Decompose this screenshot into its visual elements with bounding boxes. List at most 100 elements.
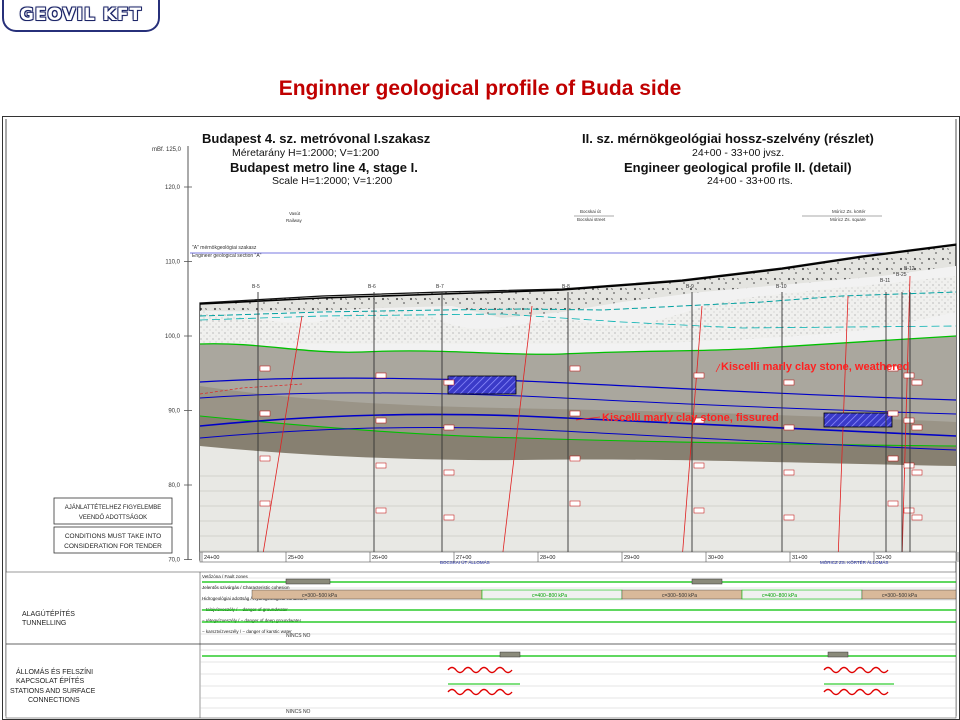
sample-tag <box>911 379 923 386</box>
station-box-moricz <box>823 412 893 428</box>
elevation-unit: mBf. 125,0 <box>152 147 182 153</box>
borehole-label: B-25 <box>896 272 907 278</box>
station-label: 31+00 <box>792 555 807 561</box>
elevation-tick-label: 120,0 <box>165 185 181 191</box>
borehole-label: B-10 <box>776 284 787 290</box>
warning-en-2: CONSIDERATION FOR TENDER <box>64 543 162 550</box>
sample-tag <box>911 514 923 521</box>
borehole-label: B-11 <box>880 278 890 284</box>
section-note-en: Engineer geological section "A" <box>192 253 262 259</box>
elevation-tick-label: 100,0 <box>165 334 181 340</box>
borehole-label: B-8 <box>562 284 570 290</box>
sample-tag <box>375 417 387 424</box>
header-left-line2: Méretarány H=1:2000; V=1:200 <box>232 147 379 159</box>
tunnelling-en: TUNNELLING <box>22 620 66 627</box>
station-label: 25+00 <box>288 555 303 561</box>
borehole-label: B-9 <box>686 284 694 290</box>
sample-tag <box>911 424 923 431</box>
sample-tag <box>903 417 915 424</box>
sample-tag <box>903 507 915 514</box>
no-value-1: NINCS NO <box>286 633 311 639</box>
sample-tag <box>903 372 915 379</box>
slide-title: Enginner geological profile of Buda side <box>278 77 682 100</box>
street-moricz-en: Móricz Zs. square <box>830 217 866 222</box>
station-label: 24+00 <box>204 555 219 561</box>
borehole-label: B-6 <box>368 284 376 290</box>
sample-tag <box>443 424 455 431</box>
borehole-label: B-5 <box>252 284 260 290</box>
borehole-label: B-12 <box>904 266 915 272</box>
sample-tag <box>569 500 581 507</box>
sample-tag <box>259 455 271 462</box>
header-right-line4: 24+00 - 33+00 rts. <box>707 175 793 187</box>
sample-tag <box>259 500 271 507</box>
station-label-bocskai: BOCSKAI ÚT ÁLLOMÁS <box>440 559 490 565</box>
station-label: 29+00 <box>624 555 639 561</box>
header-right-line1: II. sz. mérnökgeológiai hossz-szelvény (… <box>582 131 874 146</box>
sample-tag <box>693 372 705 379</box>
sample-tag <box>375 507 387 514</box>
cohesion-4: c=400−800 kPa <box>762 593 797 599</box>
station-label: 26+00 <box>372 555 387 561</box>
elevation-tick-label: 110,0 <box>165 260 180 266</box>
sample-tag <box>783 514 795 521</box>
cohesion-2: c=400−800 kPa <box>532 593 567 599</box>
callout-weathered-group: Kiscelli marly clay stone, weathered <box>715 361 909 373</box>
sample-tag <box>569 365 581 372</box>
warning-hu-1: AJÁNLATTÉTELHEZ FIGYELEMBE <box>65 504 162 511</box>
sample-tag <box>783 469 795 476</box>
sample-tag <box>693 507 705 514</box>
street-moricz-hu: Móricz Zs. körtér <box>832 209 866 214</box>
sample-tag <box>375 372 387 379</box>
sample-tag <box>375 462 387 469</box>
stations-en-2: CONNECTIONS <box>28 697 80 704</box>
sample-tag <box>569 455 581 462</box>
sample-tag <box>443 469 455 476</box>
warning-en-1: CONDITIONS MUST TAKE INTO <box>65 533 161 540</box>
sample-tag <box>783 424 795 431</box>
geological-profile-drawing: Budapest 4. sz. metróvonal I.szakasz Mér… <box>2 116 960 720</box>
street-bocskai-en: Bocskai street <box>577 217 606 222</box>
station-label: 28+00 <box>540 555 555 561</box>
stations-en-1: STATIONS AND SURFACE <box>10 688 96 695</box>
sample-tag <box>443 514 455 521</box>
table-row-label: Jelentős szivárgás / Characteristic cohe… <box>202 585 290 590</box>
header-right-line2: 24+00 - 33+00 jvsz. <box>692 147 784 159</box>
station-box-bocskai <box>447 375 517 395</box>
profile-svg: Budapest 4. sz. metróvonal I.szakasz Mér… <box>2 116 960 720</box>
no-value-2: NINCS NO <box>286 709 311 715</box>
sample-tag <box>783 379 795 386</box>
street-railway-hu: Vasút <box>289 211 301 216</box>
sample-tag <box>903 462 915 469</box>
sample-tag <box>887 500 899 507</box>
header-left-line4: Scale H=1:2000; V=1:200 <box>272 175 392 187</box>
sample-tag <box>887 410 899 417</box>
borehole-label: B-7 <box>436 284 444 290</box>
warning-hu-2: VEENDŐ ADOTTSÁGOK <box>79 514 147 521</box>
logo-text: GEOVIL KFT <box>19 5 143 25</box>
sample-tag <box>443 379 455 386</box>
cohesion-3: c=300−500 kPa <box>662 593 697 599</box>
callout-fissured-group: Kiscelli marly clay stone, fissured <box>575 412 779 424</box>
table-row-label: Vetőzóna / Fault zones <box>202 574 249 579</box>
elevation-tick-label: 80,0 <box>168 483 180 489</box>
section-note-hu: "A" mérnökgeológiai szakasz <box>192 245 257 251</box>
station-label-moricz: MÓRICZ ZS. KÖRTÉR ÁLLOMÁS <box>820 559 888 565</box>
tunnelling-hu: ALAGÚTÉPÍTÉS <box>22 609 75 618</box>
header-left-line1: Budapest 4. sz. metróvonal I.szakasz <box>202 131 431 146</box>
street-railway-en: Railway <box>286 218 303 223</box>
cohesion-5: c=300−500 kPa <box>882 593 917 599</box>
sample-tag <box>887 455 899 462</box>
street-bocskai-hu: Bocskai út <box>580 209 602 214</box>
sample-tag <box>259 365 271 372</box>
elevation-tick-label: 70,0 <box>168 558 180 564</box>
sample-tag <box>911 469 923 476</box>
stations-hu-2: KAPCSOLAT ÉPÍTÉS <box>16 676 85 685</box>
callout-fissured: Kiscelli marly clay stone, fissured <box>602 412 779 424</box>
sample-tag <box>259 410 271 417</box>
cohesion-1: c=300−500 kPa <box>302 593 337 599</box>
table-row-label: − karsztvízveszély / − danger of karstic… <box>202 629 292 634</box>
header-right-line3: Engineer geological profile II. (detail) <box>624 160 852 175</box>
geovil-logo: GEOVIL KFT <box>2 0 160 32</box>
station-label: 30+00 <box>708 555 723 561</box>
